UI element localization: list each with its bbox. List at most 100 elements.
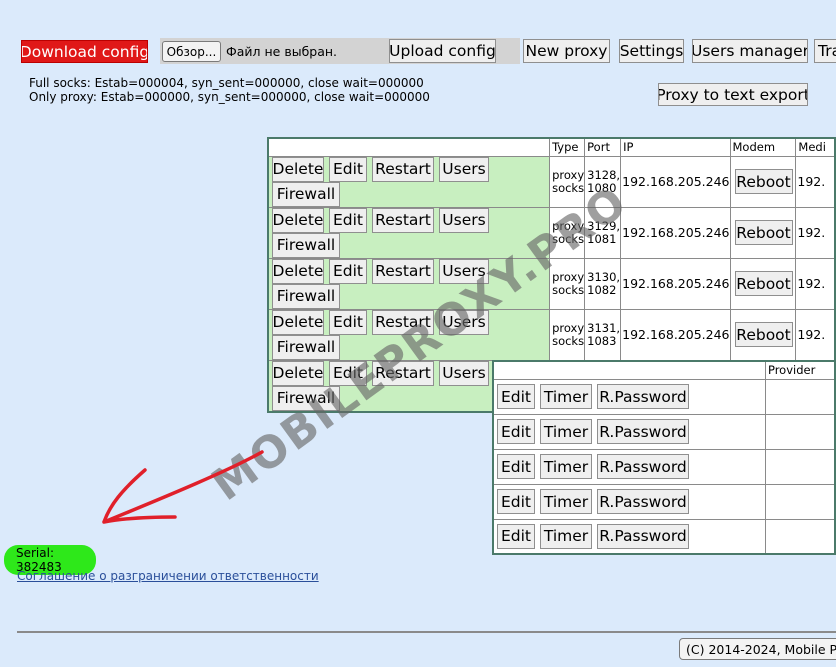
only-proxy-stats: Only proxy: Estab=000000, syn_sent=00000…	[29, 90, 430, 104]
ip-cell: 192.168.205.246	[620, 308, 731, 361]
edit-button[interactable]: Edit	[329, 258, 367, 284]
browse-file-button[interactable]: Обзор...	[162, 41, 221, 62]
type-proxy: proxy	[552, 218, 585, 233]
restart-button[interactable]: Restart	[372, 309, 434, 335]
users-button[interactable]: Users	[439, 309, 489, 335]
ip-cell: 192.168.205.246	[620, 155, 731, 208]
type-socks: socks	[552, 231, 585, 246]
users-manager-button[interactable]: Users manager	[692, 39, 808, 63]
type-socks: socks	[552, 180, 585, 195]
restart-button[interactable]: Restart	[372, 156, 434, 182]
header-provider: Provider	[764, 360, 836, 380]
proxy-actions-cell: Delete Edit Restart Users Firewall	[267, 257, 551, 310]
users-button[interactable]: Users	[439, 360, 489, 386]
reset-password-button[interactable]: R.Password	[597, 419, 689, 444]
timer-button[interactable]: Timer	[540, 419, 592, 444]
delete-button[interactable]: Delete	[272, 258, 324, 284]
provider-cell	[764, 448, 836, 485]
modem-cell: Reboot	[729, 308, 797, 361]
timer-button[interactable]: Timer	[540, 523, 592, 549]
port-socks: 1081	[587, 231, 617, 246]
edit-button[interactable]: Edit	[329, 360, 367, 386]
edit-button[interactable]: Edit	[497, 419, 535, 444]
timer-button[interactable]: Timer	[540, 489, 592, 514]
user-actions-cell: Edit Timer R.Password	[492, 413, 766, 450]
reset-password-button[interactable]: R.Password	[597, 454, 689, 479]
user-actions-cell: Edit Timer R.Password	[492, 518, 766, 555]
type-cell: proxysocks	[549, 206, 586, 259]
delete-button[interactable]: Delete	[272, 156, 324, 182]
restart-button[interactable]: Restart	[372, 207, 434, 233]
delete-button[interactable]: Delete	[272, 309, 324, 335]
header-actions	[267, 137, 551, 157]
reset-password-button[interactable]: R.Password	[597, 523, 689, 549]
edit-button[interactable]: Edit	[329, 156, 367, 182]
firewall-button[interactable]: Firewall	[272, 334, 340, 360]
edit-button[interactable]: Edit	[329, 309, 367, 335]
type-cell: proxysocks	[549, 308, 586, 361]
proxy-to-text-export-button[interactable]: Proxy to text export	[658, 83, 808, 106]
firewall-button[interactable]: Firewall	[272, 283, 340, 309]
provider-cell	[764, 518, 836, 555]
port-http: 3130,	[587, 269, 621, 284]
reset-password-button[interactable]: R.Password	[597, 489, 689, 514]
restart-button[interactable]: Restart	[372, 360, 434, 386]
user-actions-cell: Edit Timer R.Password	[492, 378, 766, 415]
edit-button[interactable]: Edit	[497, 454, 535, 479]
modem-cell: Reboot	[729, 257, 797, 310]
upload-config-button[interactable]: Upload config	[389, 39, 496, 63]
port-cell: 3128, 1080	[584, 155, 622, 208]
reboot-button[interactable]: Reboot	[734, 169, 793, 194]
restart-button[interactable]: Restart	[372, 258, 434, 284]
ip-cell: 192.168.205.246	[620, 257, 731, 310]
firewall-button[interactable]: Firewall	[272, 385, 340, 411]
firewall-button[interactable]: Firewall	[272, 181, 340, 207]
proxy-row: DeleteEditRestartUsers Firewall proxysocks…	[267, 308, 836, 361]
type-proxy: proxy	[552, 167, 585, 182]
settings-button[interactable]: Settings	[619, 39, 684, 63]
users-button[interactable]: Users	[439, 258, 489, 284]
firewall-button[interactable]: Firewall	[272, 232, 340, 258]
timer-button[interactable]: Timer	[540, 454, 592, 479]
user-row: Edit Timer R.Password	[492, 413, 836, 450]
delete-button[interactable]: Delete	[272, 360, 324, 386]
reboot-button[interactable]: Reboot	[734, 220, 793, 245]
media-cell: 192.	[795, 308, 836, 361]
proxy-table-header: Type Port IP Modem Medi	[267, 137, 836, 157]
media-cell: 192.	[795, 257, 836, 310]
edit-button[interactable]: Edit	[497, 523, 535, 549]
delete-button[interactable]: Delete	[272, 207, 324, 233]
header-port: Port	[584, 137, 622, 157]
user-row: Edit Timer R.Password	[492, 448, 836, 485]
type-socks: socks	[552, 333, 585, 348]
header-media: Medi	[795, 137, 836, 157]
footer-divider	[17, 631, 836, 633]
timer-button[interactable]: Timer	[540, 384, 592, 409]
new-proxy-button[interactable]: New proxy	[523, 39, 610, 63]
media-cell: 192.	[795, 155, 836, 208]
user-actions-cell: Edit Timer R.Password	[492, 483, 766, 520]
modem-cell: Reboot	[729, 155, 797, 208]
edit-button[interactable]: Edit	[497, 384, 535, 409]
reset-password-button[interactable]: R.Password	[597, 384, 689, 409]
provider-cell	[764, 483, 836, 520]
traffic-button[interactable]: Tra	[814, 39, 836, 63]
port-socks: 1083	[587, 333, 617, 348]
port-http: 3129,	[587, 218, 621, 233]
edit-button[interactable]: Edit	[329, 207, 367, 233]
provider-cell	[764, 378, 836, 415]
edit-button[interactable]: Edit	[497, 489, 535, 514]
proxy-actions-cell: Delete Edit Restart Users Firewall	[267, 206, 551, 259]
download-config-button[interactable]: Download config	[21, 40, 148, 63]
users-button[interactable]: Users	[439, 207, 489, 233]
ip-cell: 192.168.205.246	[620, 206, 731, 259]
users-button[interactable]: Users	[439, 156, 489, 182]
media-cell: 192.	[795, 206, 836, 259]
liability-agreement-link[interactable]: Соглашение о разграничении ответственнос…	[17, 569, 319, 583]
type-socks: socks	[552, 282, 585, 297]
port-cell: 3130, 1082	[584, 257, 622, 310]
full-socks-stats: Full socks: Estab=000004, syn_sent=00000…	[29, 76, 424, 90]
user-row: Edit Timer R.Password	[492, 483, 836, 520]
reboot-button[interactable]: Reboot	[734, 271, 793, 296]
reboot-button[interactable]: Reboot	[734, 322, 793, 347]
